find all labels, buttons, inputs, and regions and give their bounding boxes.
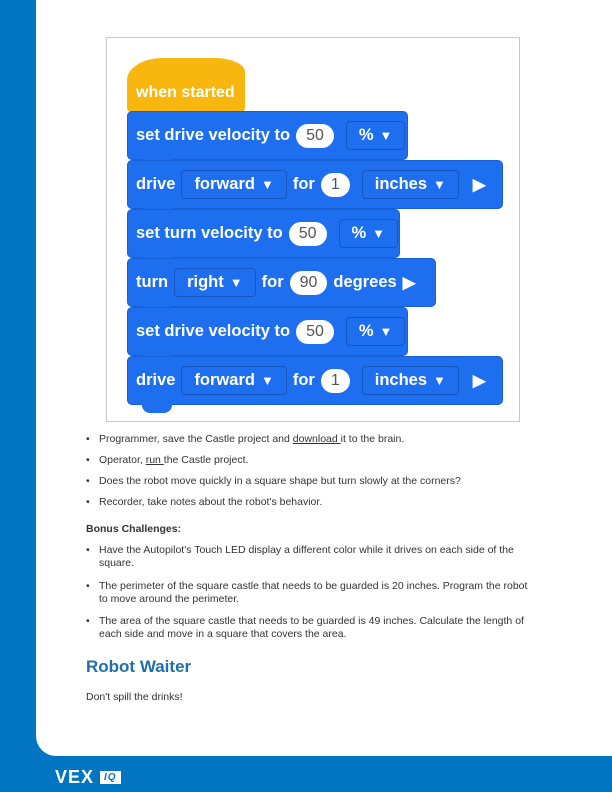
- distance-input[interactable]: 1: [320, 368, 350, 393]
- bonus-heading: Bonus Challenges:: [86, 523, 182, 535]
- distance-input[interactable]: 1: [320, 172, 350, 197]
- unit-dropdown[interactable]: inches ▼: [361, 170, 459, 199]
- expand-arrow-icon[interactable]: ▶: [403, 273, 416, 293]
- vex-iq-logo: VEX IQ: [55, 767, 121, 788]
- velocity-input[interactable]: 50: [296, 123, 334, 148]
- expand-arrow-icon[interactable]: ▶: [473, 175, 486, 195]
- turn-block: turn right ▼ for 90 degrees ▶: [127, 258, 436, 315]
- direction-dropdown[interactable]: right ▼: [174, 268, 256, 297]
- velocity-input[interactable]: 50: [296, 319, 334, 344]
- section-text: Don't spill the drinks!: [86, 691, 183, 703]
- velocity-input[interactable]: 50: [288, 221, 327, 246]
- set-turn-velocity-block: set turn velocity to 50% ▼: [127, 209, 400, 266]
- set-drive-velocity-block: set drive velocity to 50% ▼: [127, 307, 408, 364]
- unit-dropdown[interactable]: inches ▼: [361, 366, 459, 395]
- run-link[interactable]: run: [146, 454, 164, 466]
- unit-dropdown[interactable]: % ▼: [345, 121, 406, 150]
- when-started-block: when started: [127, 58, 245, 121]
- drive-block: drive forward ▼ for 1 inches ▼ ▶: [127, 160, 503, 217]
- angle-input[interactable]: 90: [289, 270, 328, 295]
- direction-dropdown[interactable]: forward ▼: [181, 170, 287, 199]
- code-blocks-figure: when started set drive velocity to 50% ▼ d…: [106, 37, 520, 422]
- set-drive-velocity-block: set drive velocity to 50% ▼: [127, 111, 408, 168]
- expand-arrow-icon[interactable]: ▶: [473, 371, 486, 391]
- unit-dropdown[interactable]: % ▼: [345, 317, 406, 346]
- download-link[interactable]: download: [293, 433, 341, 445]
- section-title: Robot Waiter: [86, 657, 192, 676]
- unit-dropdown[interactable]: % ▼: [338, 219, 399, 248]
- direction-dropdown[interactable]: forward ▼: [181, 366, 287, 395]
- drive-block: drive forward ▼ for 1 inches ▼ ▶: [127, 356, 503, 413]
